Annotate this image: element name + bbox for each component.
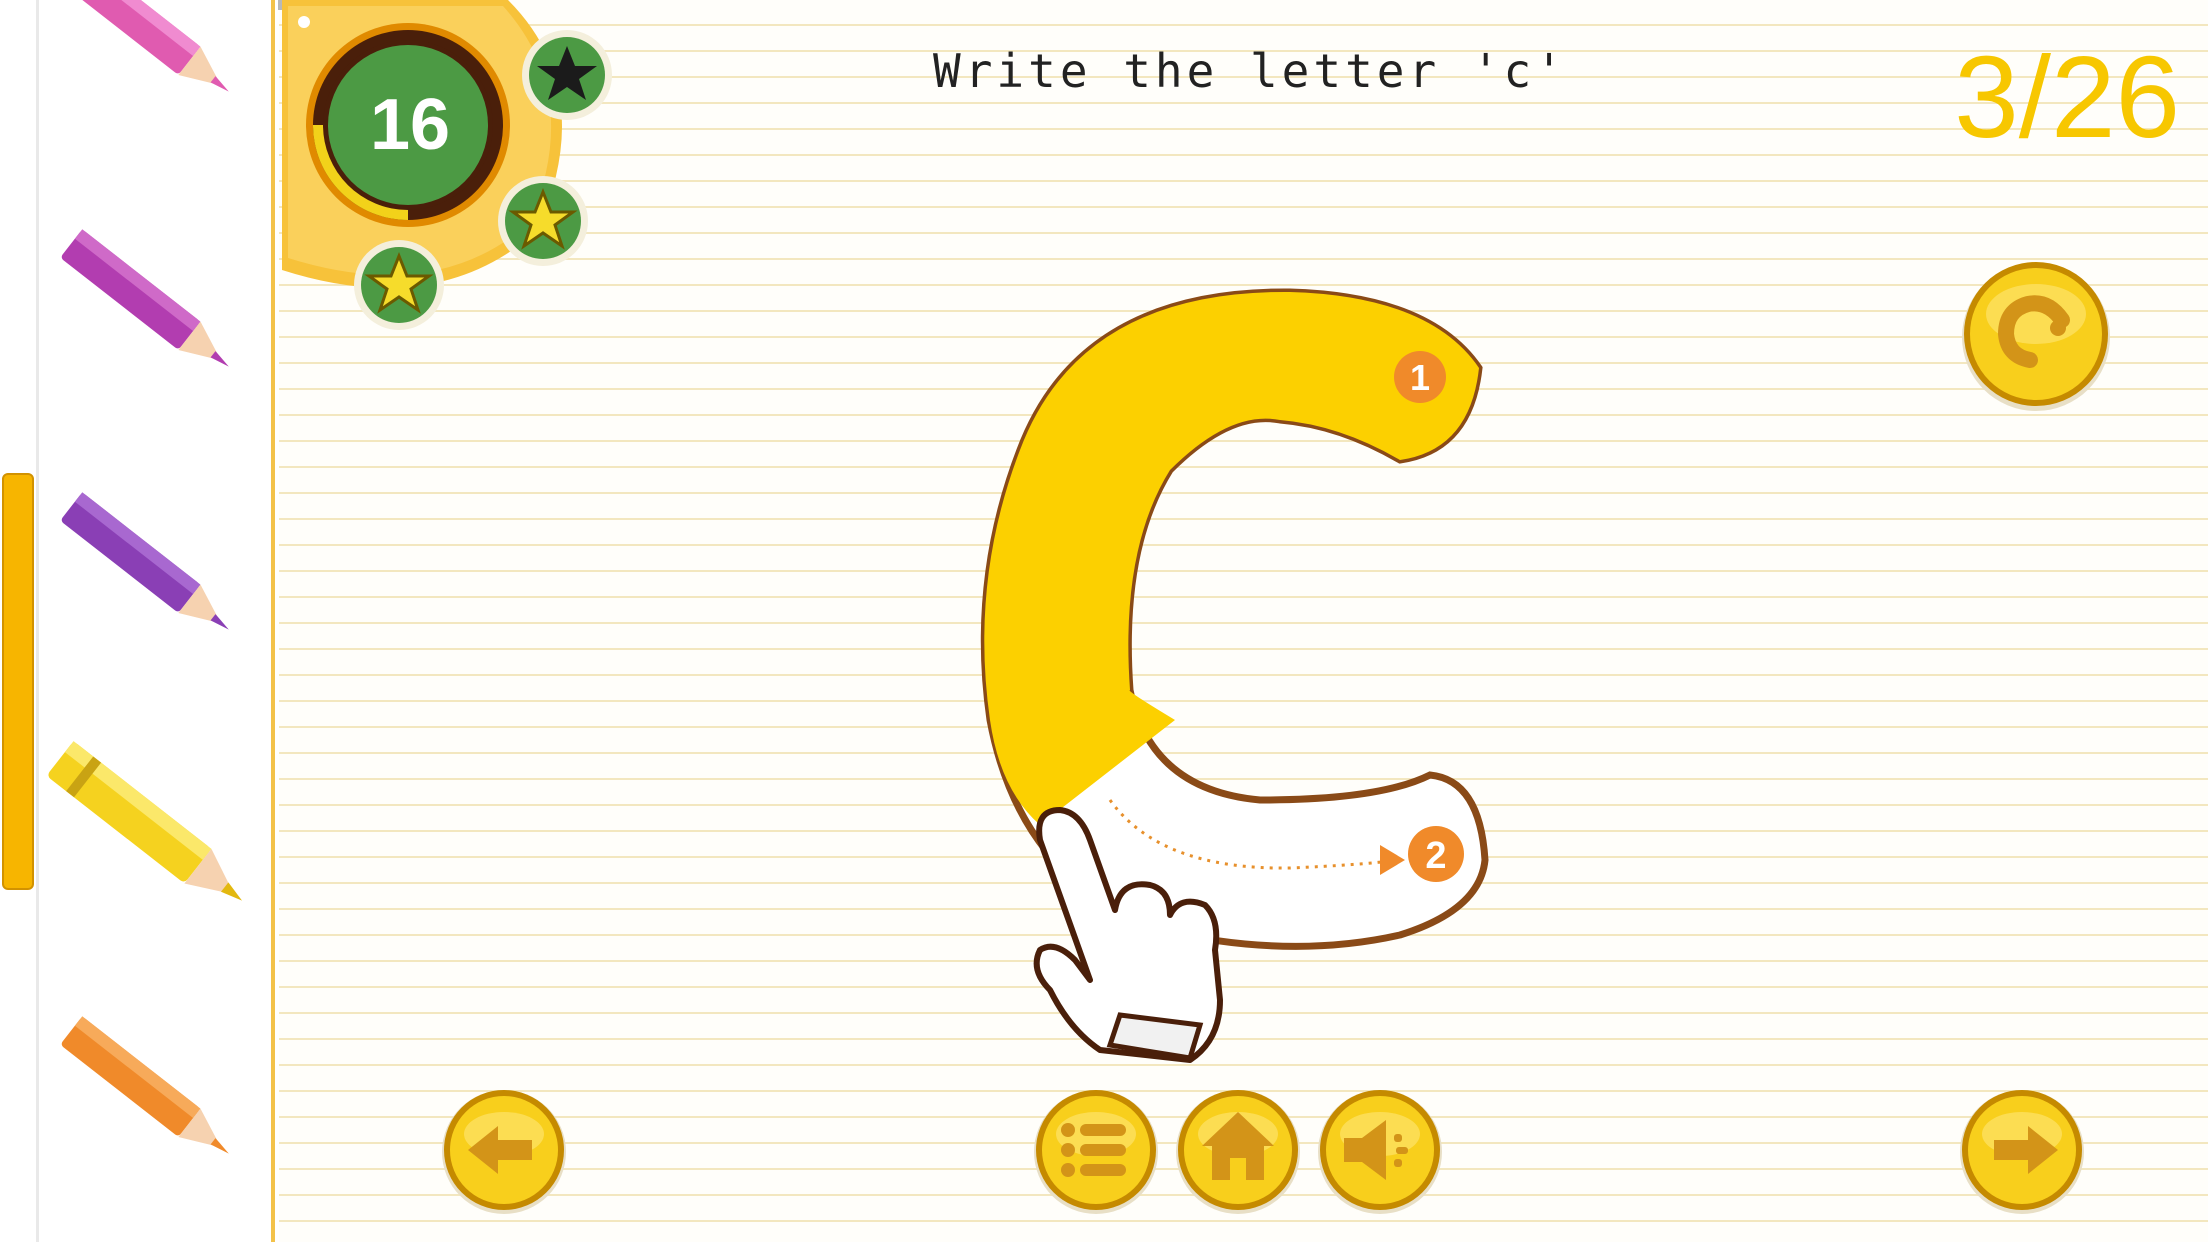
pencil-purple-button[interactable] [40, 478, 260, 658]
replay-letter-button[interactable] [1958, 256, 2114, 412]
sidebar-margin-line [36, 0, 39, 1242]
list-icon [1061, 1123, 1126, 1177]
menu-button[interactable] [1032, 1086, 1160, 1214]
sound-button[interactable] [1316, 1086, 1444, 1214]
color-palette-sidebar [0, 0, 275, 1242]
star-empty-icon [522, 30, 612, 120]
svg-text:1: 1 [1410, 357, 1430, 398]
instruction-text: Write the letter 'c' [933, 44, 1567, 98]
stroke-2-marker: 2 [1408, 826, 1464, 882]
star-earned-icon [498, 176, 588, 266]
timer-value: 16 [369, 85, 451, 165]
stroke-1-marker: 1 [1394, 351, 1446, 403]
previous-letter-button[interactable] [440, 1086, 568, 1214]
pencil-pink-button[interactable] [40, 0, 260, 120]
pencil-yellow-button-selected[interactable] [30, 725, 270, 935]
next-letter-button[interactable] [1958, 1086, 2086, 1214]
pencil-orange-button[interactable] [40, 1002, 260, 1182]
svg-text:2: 2 [1425, 835, 1446, 877]
star-earned-icon [354, 240, 444, 330]
pointing-hand-icon [1033, 807, 1223, 1063]
home-button[interactable] [1174, 1086, 1302, 1214]
letter-progress-counter: 3/26 [1954, 32, 2180, 162]
pencil-magenta-button[interactable] [40, 215, 260, 395]
